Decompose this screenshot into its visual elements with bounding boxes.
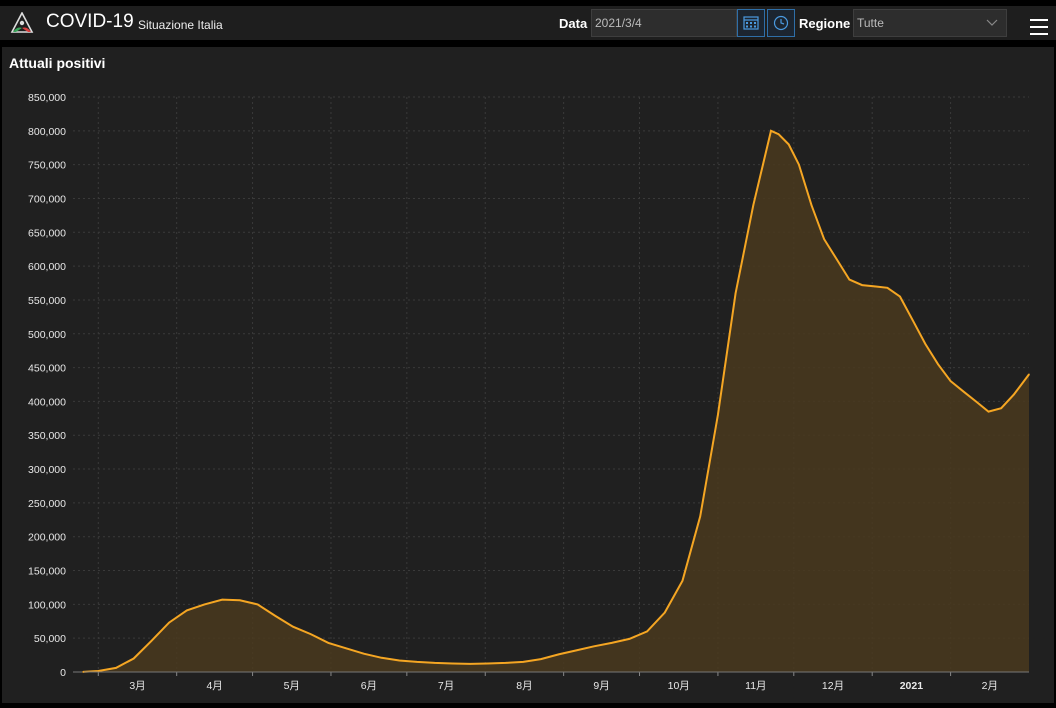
data-point xyxy=(987,410,990,413)
data-point xyxy=(292,625,294,628)
y-tick-label: 500,000 xyxy=(28,329,66,341)
data-point xyxy=(504,662,507,664)
data-point xyxy=(1028,373,1030,376)
data-point xyxy=(1000,407,1002,409)
x-tick-label: 5月 xyxy=(284,680,300,692)
data-point xyxy=(239,599,241,602)
data-point xyxy=(97,670,100,672)
x-tick-label: 6月 xyxy=(361,680,377,692)
data-point xyxy=(256,603,259,606)
y-tick-label: 650,000 xyxy=(28,227,66,239)
x-tick-label: 2021 xyxy=(900,680,924,692)
x-axis-tick-labels: 3月 4月 5月 6月 7月 8月 9月 10月 11月 12月 2021 2月 xyxy=(129,680,998,692)
data-point xyxy=(522,661,524,663)
data-point xyxy=(1013,393,1015,396)
y-tick-label: 0 xyxy=(60,667,66,679)
data-point xyxy=(848,278,851,281)
data-point xyxy=(787,143,790,146)
x-tick-label: 3月 xyxy=(129,680,145,692)
data-point xyxy=(132,657,135,660)
data-point xyxy=(451,662,454,665)
x-tick-label: 10月 xyxy=(668,680,690,692)
x-tick-label: 2月 xyxy=(982,680,998,692)
x-tick-label: 8月 xyxy=(516,680,532,692)
data-point xyxy=(835,258,838,261)
data-point xyxy=(309,633,312,635)
data-point xyxy=(363,652,365,655)
y-tick-label: 600,000 xyxy=(28,261,66,273)
data-point xyxy=(810,204,813,207)
data-point xyxy=(398,659,401,662)
y-tick-label: 800,000 xyxy=(28,126,66,138)
data-point xyxy=(433,662,436,664)
data-point xyxy=(886,286,889,289)
data-point xyxy=(681,579,684,582)
data-point xyxy=(593,645,595,648)
data-point xyxy=(770,130,772,132)
chart: 0 50,000 100,000 150,000 200,000 250,000 300,0… xyxy=(28,92,1030,692)
data-point xyxy=(186,609,188,612)
data-point xyxy=(380,656,383,659)
y-tick-label: 450,000 xyxy=(28,363,66,375)
data-point xyxy=(962,390,965,393)
y-tick-label: 550,000 xyxy=(28,295,66,307)
data-point xyxy=(777,133,780,136)
data-point xyxy=(168,621,170,624)
x-tick-label: 4月 xyxy=(206,680,222,692)
data-point xyxy=(899,295,901,298)
data-point xyxy=(752,204,755,207)
data-point xyxy=(699,515,702,518)
x-tick-label: 9月 xyxy=(593,680,609,692)
data-point xyxy=(924,343,927,345)
data-point xyxy=(327,642,330,644)
data-point xyxy=(717,414,719,416)
y-tick-label: 750,000 xyxy=(28,160,66,172)
data-point xyxy=(646,630,648,633)
data-point xyxy=(798,163,800,166)
y-tick-label: 700,000 xyxy=(28,193,66,205)
y-tick-label: 150,000 xyxy=(28,566,66,578)
data-point xyxy=(486,662,489,665)
x-tick-label: 7月 xyxy=(438,680,454,692)
y-tick-label: 100,000 xyxy=(28,599,66,611)
data-point xyxy=(873,285,876,288)
y-tick-label: 300,000 xyxy=(28,464,66,476)
data-point xyxy=(975,400,977,403)
data-point xyxy=(540,658,542,660)
y-tick-label: 350,000 xyxy=(28,430,66,442)
data-point xyxy=(150,640,153,642)
data-point xyxy=(115,667,117,669)
data-point xyxy=(911,319,914,322)
data-point xyxy=(628,638,631,640)
data-point xyxy=(861,284,863,286)
y-tick-label: 200,000 xyxy=(28,532,66,544)
data-point xyxy=(823,238,825,240)
y-tick-label: 400,000 xyxy=(28,396,66,408)
data-point xyxy=(274,615,277,617)
x-tick-label: 12月 xyxy=(822,680,844,692)
data-point xyxy=(416,661,418,663)
x-tick-label: 11月 xyxy=(745,680,766,692)
y-tick-label: 250,000 xyxy=(28,498,66,510)
data-point xyxy=(203,603,206,606)
y-tick-label: 850,000 xyxy=(28,92,66,104)
y-tick-label: 50,000 xyxy=(34,633,66,645)
data-point xyxy=(221,598,224,601)
data-point xyxy=(949,380,952,382)
data-point xyxy=(469,663,471,665)
data-point xyxy=(345,647,347,650)
data-point xyxy=(734,292,737,294)
data-point xyxy=(575,649,578,652)
data-point xyxy=(610,642,613,644)
data-point xyxy=(557,653,560,656)
data-point xyxy=(82,671,84,673)
data-point xyxy=(664,611,666,614)
data-point xyxy=(937,363,939,366)
y-axis-tick-labels: 0 50,000 100,000 150,000 200,000 250,000 300,0… xyxy=(28,92,66,679)
